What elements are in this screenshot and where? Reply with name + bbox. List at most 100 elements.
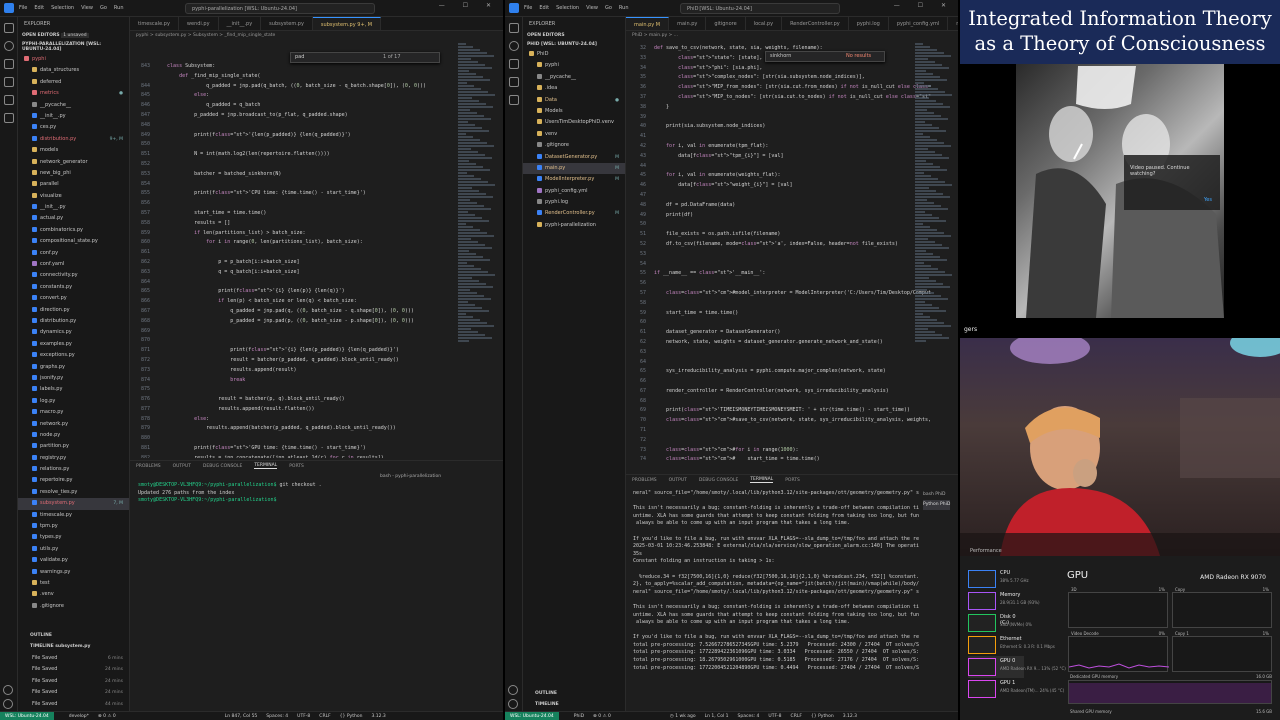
- tree-item[interactable]: ces.py: [18, 122, 129, 133]
- command-center[interactable]: pyphi-parallelization [WSL: Ubuntu-24.04…: [185, 3, 375, 14]
- menu-run[interactable]: Run: [114, 5, 124, 11]
- tree-item[interactable]: new_big_phi: [18, 168, 129, 179]
- code-line[interactable]: 66: [626, 377, 931, 387]
- tree-item[interactable]: Models: [523, 106, 625, 117]
- code-line[interactable]: 53: [626, 250, 931, 260]
- account-icon[interactable]: [508, 685, 518, 695]
- code-line[interactable]: 853 batcher = batched_sinkhorn(N): [130, 170, 460, 180]
- panel-tab-ports[interactable]: PORTS: [289, 464, 304, 469]
- tab-rendercontroller[interactable]: RenderController.py: [782, 17, 849, 30]
- code-line[interactable]: 852: [130, 160, 460, 170]
- status-problems[interactable]: ⊗ 0 ⚠ 0: [98, 714, 116, 719]
- tab-main-2[interactable]: main.py: [948, 17, 958, 30]
- code-line[interactable]: 32 def save_to_csv(network, state, sia, w…: [626, 44, 931, 54]
- code-line[interactable]: 67 render_controller = RenderController(…: [626, 387, 931, 397]
- tree-item[interactable]: venv: [523, 129, 625, 140]
- status-indent[interactable]: Spaces: 4: [738, 714, 760, 719]
- menu-run[interactable]: Run: [619, 5, 629, 11]
- find-input[interactable]: pad: [295, 54, 304, 60]
- tree-item[interactable]: direction.py: [18, 305, 129, 316]
- code-editor[interactable]: 843 class Subsystem: def _find_mip_singl…: [130, 62, 460, 458]
- tree-item[interactable]: parallel: [18, 179, 129, 190]
- tree-item[interactable]: pyphi: [18, 54, 129, 65]
- workspace-section[interactable]: PYPHI-PARALLELIZATION [WSL: UBUNTU-24.04…: [18, 40, 129, 54]
- code-line[interactable]: 861: [130, 248, 460, 258]
- code-line[interactable]: 64: [626, 358, 931, 368]
- resource-item[interactable]: GPU 0 AMD Radeon RX 9... 13% (52 °C): [968, 656, 1066, 678]
- tab-subsystem[interactable]: subsystem.py: [261, 17, 313, 30]
- code-line[interactable]: 72: [626, 436, 931, 446]
- tree-item[interactable]: combinatorics.py: [18, 225, 129, 236]
- tree-item[interactable]: DatasetGenerator.py M: [523, 152, 625, 163]
- code-line[interactable]: 863 q = q_batch[i:i+batch_size]: [130, 268, 460, 278]
- tree-item[interactable]: conf.py: [18, 248, 129, 259]
- extensions-icon[interactable]: [3, 95, 14, 105]
- tree-item[interactable]: warnings.py: [18, 567, 129, 578]
- tree-item[interactable]: tpm.py: [18, 521, 129, 532]
- code-line[interactable]: 848: [130, 121, 460, 131]
- status-encoding[interactable]: UTF-8: [768, 714, 781, 719]
- open-editors-section[interactable]: OPEN EDITORS: [523, 31, 625, 40]
- tree-item[interactable]: __pycache__: [523, 72, 625, 83]
- tree-item[interactable]: pyphi_config.yml: [523, 186, 625, 197]
- terminal-bash[interactable]: bash PhiD: [923, 490, 950, 500]
- tree-item[interactable]: examples.py: [18, 339, 129, 350]
- code-line[interactable]: 70 class=class="st">"cm">#save_to_csv(ne…: [626, 416, 931, 426]
- menu-go[interactable]: Go: [605, 5, 612, 11]
- code-line[interactable]: 849 print(fclass="st">'{len(p_padded)} {…: [130, 131, 460, 141]
- code-line[interactable]: 54: [626, 260, 931, 270]
- tree-item[interactable]: main.py M: [523, 162, 625, 175]
- timeline-entry[interactable]: File Saved 24 mins: [18, 676, 129, 687]
- status-indent[interactable]: Spaces: 4: [266, 714, 288, 719]
- panel-tab-problems[interactable]: PROBLEMS: [136, 464, 161, 469]
- code-line[interactable]: 865 print(fclass="st">'{i} {len(p)} {len…: [130, 287, 460, 297]
- remote-indicator[interactable]: WSL: Ubuntu-24.04: [505, 711, 559, 720]
- tree-item[interactable]: resolve_ties.py: [18, 487, 129, 498]
- tree-item[interactable]: subsystem.py 7, M: [18, 498, 129, 510]
- tree-item[interactable]: utils.py: [18, 544, 129, 555]
- code-line[interactable]: 859 if len(partitions_list) > batch_size…: [130, 229, 460, 239]
- tree-item[interactable]: convert.py: [18, 293, 129, 304]
- tree-item[interactable]: compositional_state.py: [18, 236, 129, 247]
- status-eol[interactable]: CRLF: [791, 714, 802, 719]
- code-line[interactable]: 60: [626, 318, 931, 328]
- tree-item[interactable]: distribution.py 9+, M: [18, 134, 129, 145]
- menu-file[interactable]: File: [19, 5, 27, 11]
- tab-pyphi-config[interactable]: pyphi_config.yml: [889, 17, 949, 30]
- code-line[interactable]: 866 if len(p) < batch_size or len(q) < b…: [130, 297, 460, 307]
- code-line[interactable]: 39: [626, 113, 931, 123]
- tree-item[interactable]: UsersTimDesktopPhiD.venv: [523, 117, 625, 128]
- code-line[interactable]: 876 result = batcher(p, q).block_until_r…: [130, 395, 460, 405]
- code-line[interactable]: 867 q_padded = jnp.pad(q, ((0, batch_siz…: [130, 307, 460, 317]
- minimap[interactable]: [915, 42, 955, 462]
- code-line[interactable]: 61 dataset_generator = DatasetGenerator(…: [626, 328, 931, 338]
- tab-subsystem-active[interactable]: subsystem.py 9+, M: [312, 17, 382, 30]
- status-language[interactable]: {} Python: [340, 714, 363, 719]
- tab-wendi[interactable]: wendi.py: [179, 17, 219, 30]
- code-line[interactable]: 882 results = jnp.concatenate([jnp.atlea…: [130, 454, 460, 458]
- status-cursor[interactable]: Ln 847, Col 55: [225, 714, 258, 719]
- open-editors-section[interactable]: OPEN EDITORS 1 unsaved: [18, 31, 129, 40]
- code-line[interactable]: 880: [130, 434, 460, 444]
- tree-item[interactable]: visualize: [18, 191, 129, 202]
- tree-item[interactable]: metrics ●: [18, 88, 129, 99]
- tree-item[interactable]: pyphi.log: [523, 197, 625, 208]
- tree-item[interactable]: log.py: [18, 396, 129, 407]
- code-line[interactable]: 51 file_exists = os.path.isfile(filename…: [626, 230, 931, 240]
- code-line[interactable]: 872 result = batcher(p_padded, q_padded)…: [130, 356, 460, 366]
- resource-item[interactable]: CPU 38% 5.77 GHz: [968, 568, 1029, 590]
- code-line[interactable]: 68: [626, 397, 931, 407]
- terminal[interactable]: smoty@DESKTOP-VL3HFQ9:~/pyphi-paralleliz…: [138, 482, 498, 702]
- timeline-entry[interactable]: File Saved 6 mins: [18, 653, 129, 664]
- tree-item[interactable]: .idea: [523, 83, 625, 94]
- timeline-entry[interactable]: File Saved 44 mins: [18, 699, 129, 710]
- tree-item[interactable]: actual.py: [18, 213, 129, 224]
- tree-item[interactable]: constants.py: [18, 282, 129, 293]
- code-line[interactable]: 851 N = int(math.log2(len(repertoire.fla…: [130, 150, 460, 160]
- tree-item[interactable]: relations.py: [18, 464, 129, 475]
- tree-item[interactable]: timescale.py: [18, 510, 129, 521]
- code-line[interactable]: 40 print(sia.subsystem.node_indices): [626, 122, 931, 132]
- explorer-icon[interactable]: [3, 23, 14, 33]
- tree-item[interactable]: pyphi-parallelization: [523, 220, 625, 231]
- menu-view[interactable]: View: [81, 5, 93, 11]
